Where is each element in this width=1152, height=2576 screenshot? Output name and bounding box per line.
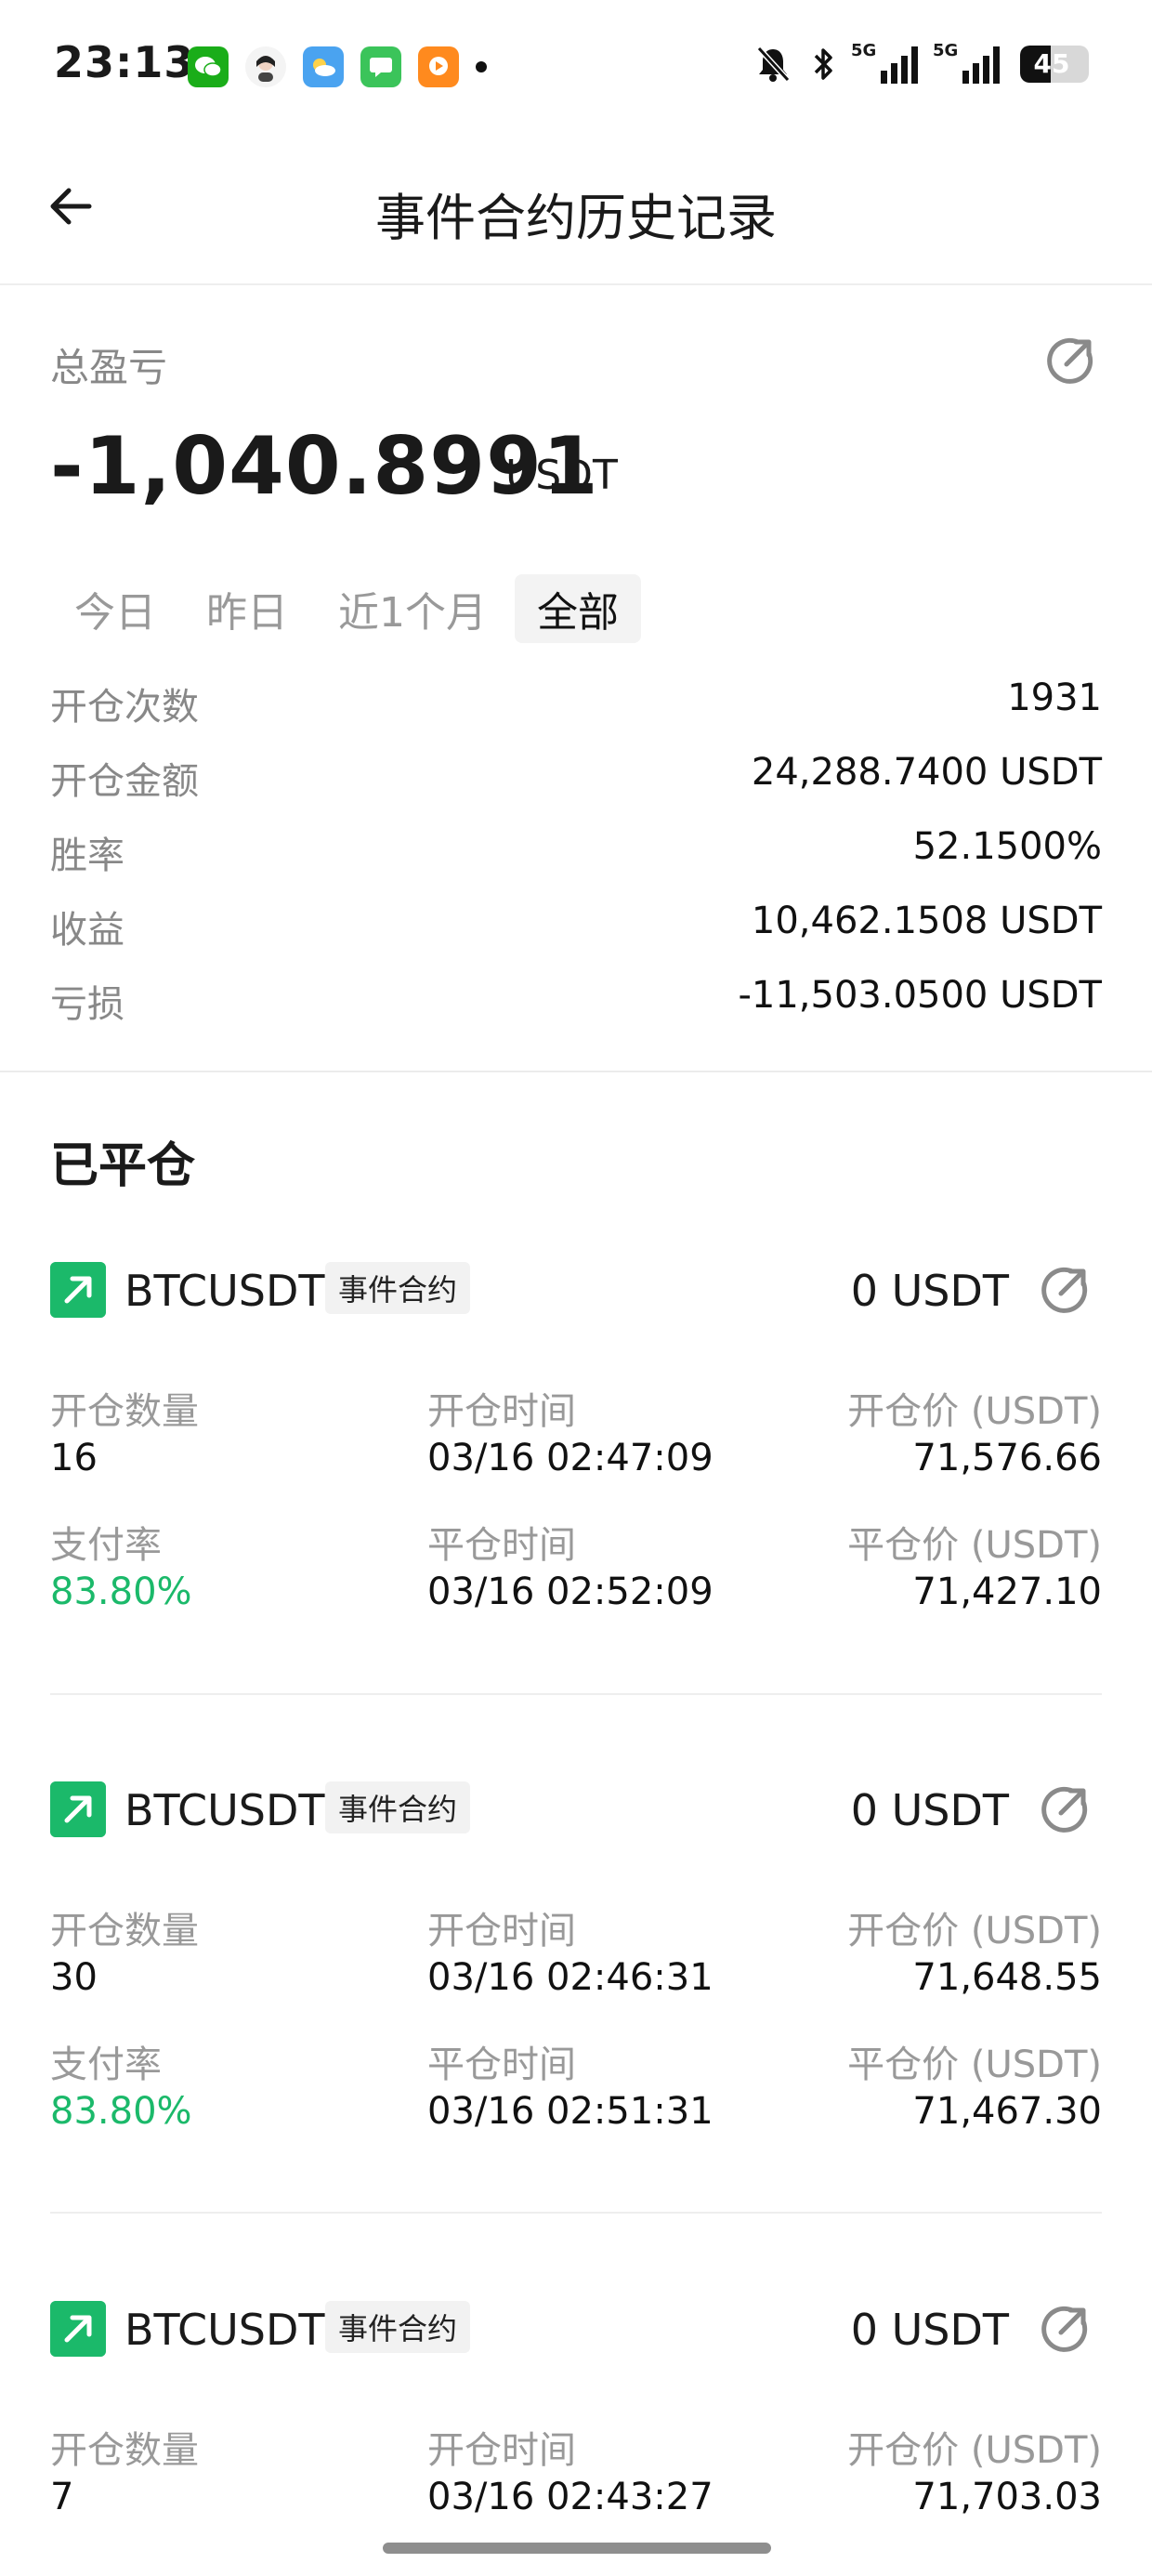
close-price-label: 平仓价 (USDT) bbox=[847, 2044, 1102, 2086]
battery-icon: 45 bbox=[1020, 46, 1089, 83]
closed-section-title: 已平仓 bbox=[50, 1138, 196, 1194]
page-title: 事件合约历史记录 bbox=[375, 189, 777, 247]
record-pnl: 0 USDT bbox=[850, 2305, 1009, 2355]
share-icon[interactable] bbox=[1039, 1264, 1091, 1316]
period-tabs: 今日 昨日 近1个月 全部 bbox=[52, 574, 641, 643]
qty-label: 开仓数量 bbox=[50, 1390, 199, 1433]
payout-label: 支付率 bbox=[50, 2044, 162, 2086]
qty-label: 开仓数量 bbox=[50, 2429, 199, 2472]
notification-icons bbox=[188, 46, 487, 87]
record-symbol: BTCUSDT bbox=[124, 1785, 325, 1835]
section-divider bbox=[0, 1071, 1152, 1072]
tab-all[interactable]: 全部 bbox=[515, 574, 641, 643]
share-icon[interactable] bbox=[1044, 335, 1096, 387]
open-price-label: 开仓价 (USDT) bbox=[847, 1910, 1102, 1952]
stat-loss: 亏损 -11,503.0500 USDT bbox=[50, 974, 1102, 1026]
record-symbol: BTCUSDT bbox=[124, 1266, 325, 1316]
long-arrow-icon bbox=[50, 1781, 106, 1837]
long-arrow-icon bbox=[50, 2301, 106, 2357]
status-bar: 23:13 5G 5G 45 bbox=[0, 0, 1152, 139]
avatar-icon bbox=[245, 46, 286, 87]
bluetooth-icon bbox=[814, 48, 832, 80]
stat-profit: 收益 10,462.1508 USDT bbox=[50, 900, 1102, 952]
share-icon[interactable] bbox=[1039, 1783, 1091, 1835]
record-divider bbox=[50, 2212, 1102, 2214]
payout-value: 83.80% bbox=[50, 2090, 192, 2133]
record-card[interactable]: BTCUSDT 事件合约 0 USDT 开仓数量 开仓时间 开仓价 (USDT)… bbox=[0, 2301, 1152, 2576]
qty-value: 30 bbox=[50, 1956, 98, 1999]
record-card[interactable]: BTCUSDT 事件合约 0 USDT 开仓数量 开仓时间 开仓价 (USDT)… bbox=[0, 1781, 1152, 2302]
record-symbol: BTCUSDT bbox=[124, 2305, 325, 2355]
record-tag: 事件合约 bbox=[325, 1781, 471, 1833]
tab-yesterday[interactable]: 昨日 bbox=[184, 574, 310, 643]
open-price-value: 71,576.66 bbox=[912, 1437, 1102, 1479]
tab-last-month[interactable]: 近1个月 bbox=[316, 574, 509, 643]
payout-value: 83.80% bbox=[50, 1571, 192, 1613]
open-time-value: 03/16 02:46:31 bbox=[427, 1956, 713, 1999]
nav-bar: 事件合约历史记录 bbox=[0, 139, 1152, 285]
open-price-label: 开仓价 (USDT) bbox=[847, 2429, 1102, 2472]
close-time-value: 03/16 02:51:31 bbox=[427, 2090, 713, 2133]
qty-value: 7 bbox=[50, 2476, 74, 2518]
stat-win-rate: 胜率 52.1500% bbox=[50, 825, 1102, 877]
open-time-label: 开仓时间 bbox=[427, 1390, 576, 1433]
weather-icon bbox=[303, 46, 344, 87]
record-divider bbox=[50, 1693, 1102, 1695]
open-price-value: 71,703.03 bbox=[912, 2476, 1102, 2518]
record-pnl: 0 USDT bbox=[850, 1266, 1009, 1316]
signal-5g-2-icon: 5G bbox=[933, 41, 1000, 84]
system-icons: 5G 5G 45 bbox=[754, 41, 1089, 84]
close-price-label: 平仓价 (USDT) bbox=[847, 1524, 1102, 1567]
qty-label: 开仓数量 bbox=[50, 1910, 199, 1952]
signal-5g-1-icon: 5G bbox=[851, 41, 918, 84]
mute-bell-icon bbox=[756, 46, 791, 83]
close-time-label: 平仓时间 bbox=[427, 1524, 576, 1567]
close-time-label: 平仓时间 bbox=[427, 2044, 576, 2086]
total-pnl-unit: USDT bbox=[505, 452, 618, 499]
record-pnl: 0 USDT bbox=[850, 1785, 1009, 1835]
messages-icon bbox=[360, 46, 401, 87]
open-price-label: 开仓价 (USDT) bbox=[847, 1390, 1102, 1433]
record-tag: 事件合约 bbox=[325, 2301, 471, 2353]
stat-open-count: 开仓次数 1931 bbox=[50, 677, 1102, 729]
wechat-icon bbox=[188, 46, 229, 87]
home-indicator[interactable] bbox=[383, 2543, 771, 2554]
total-pnl-label: 总盈亏 bbox=[50, 345, 168, 390]
payout-label: 支付率 bbox=[50, 1524, 162, 1567]
long-arrow-icon bbox=[50, 1262, 106, 1318]
open-time-value: 03/16 02:43:27 bbox=[427, 2476, 713, 2518]
open-time-label: 开仓时间 bbox=[427, 2429, 576, 2472]
record-tag: 事件合约 bbox=[325, 1262, 471, 1314]
stat-open-amount: 开仓金额 24,288.7400 USDT bbox=[50, 751, 1102, 803]
close-price-value: 71,427.10 bbox=[912, 1571, 1102, 1613]
record-card[interactable]: BTCUSDT 事件合约 0 USDT 开仓数量 开仓时间 开仓价 (USDT)… bbox=[0, 1262, 1152, 1782]
open-time-label: 开仓时间 bbox=[427, 1910, 576, 1952]
more-notifications-dot bbox=[476, 61, 487, 72]
open-price-value: 71,648.55 bbox=[912, 1956, 1102, 1999]
close-price-value: 71,467.30 bbox=[912, 2090, 1102, 2133]
tab-today[interactable]: 今日 bbox=[52, 574, 178, 643]
close-time-value: 03/16 02:52:09 bbox=[427, 1571, 713, 1613]
video-app-icon bbox=[418, 46, 459, 87]
open-time-value: 03/16 02:47:09 bbox=[427, 1437, 713, 1479]
qty-value: 16 bbox=[50, 1437, 98, 1479]
share-icon[interactable] bbox=[1039, 2303, 1091, 2355]
clock: 23:13 bbox=[54, 37, 195, 87]
